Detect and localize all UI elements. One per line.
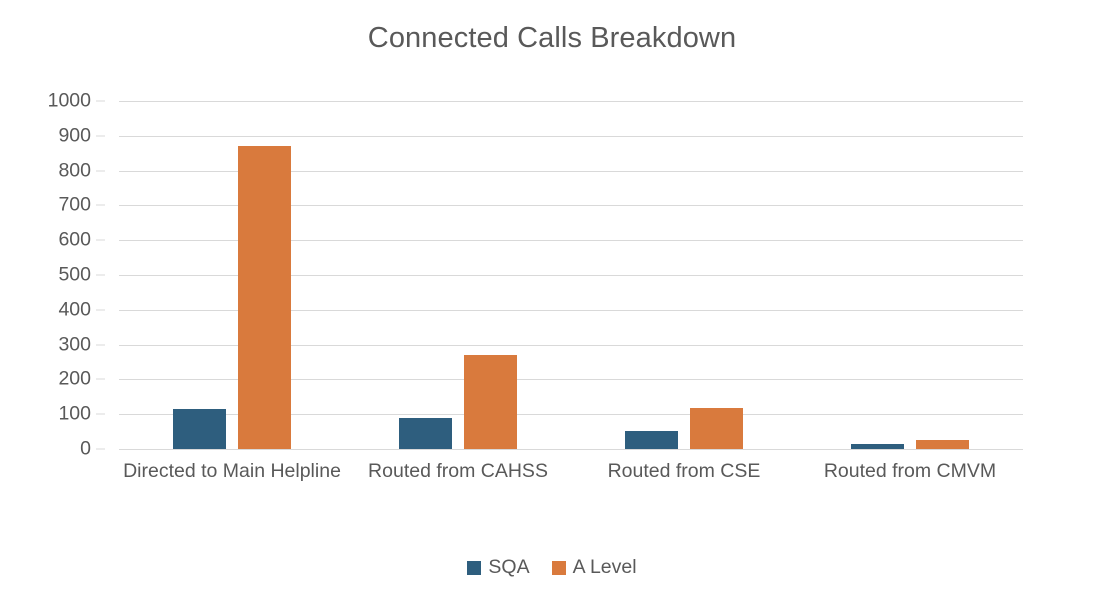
y-tick-mark [96,344,105,346]
y-tick-label: 800 [58,159,91,182]
y-tick-mark [96,413,105,415]
y-tick-mark [96,100,105,102]
bar-sqa[interactable] [851,443,904,449]
bar-group [571,101,797,449]
chart-title: Connected Calls Breakdown [367,22,737,54]
bar-a-level[interactable] [690,408,743,449]
legend-item-sqa[interactable]: SQA [467,556,530,579]
legend-item-a-level[interactable]: A Level [551,556,637,579]
y-tick-mark [96,135,105,137]
x-axis-category-label: Routed from CAHSS [368,460,548,482]
bar-group [119,101,345,449]
y-tick-label: 900 [58,124,91,147]
legend-swatch-icon [551,560,566,575]
y-tick-mark [96,274,105,276]
y-tick-label: 500 [58,263,91,286]
y-tick-mark [96,204,105,206]
gridline [119,449,1023,450]
bar-group [345,101,571,449]
legend-label: A Level [572,556,637,578]
y-tick-mark [96,239,105,241]
chart-container: Connected Calls Breakdown 0 100 200 300 400 5… [0,0,1104,592]
y-tick-mark [96,170,105,172]
y-tick-label: 100 [58,402,91,425]
y-tick-label: 200 [58,367,91,390]
x-axis: Directed to Main Helpline Routed from CAH… [119,458,1023,518]
y-tick-label: 400 [58,298,91,321]
bar-sqa[interactable] [399,418,452,449]
bar-group [797,101,1023,449]
bar-a-level[interactable] [916,440,969,449]
bar-sqa[interactable] [173,408,226,449]
x-axis-category-label: Routed from CSE [607,460,761,482]
y-tick-label: 0 [80,437,91,460]
y-tick-label: 600 [58,228,91,251]
y-tick-mark [96,448,105,450]
y-tick-mark [96,378,105,380]
bar-a-level[interactable] [238,145,291,449]
plot-area [119,101,1023,450]
bar-a-level[interactable] [464,355,517,449]
y-tick-label: 1000 [47,89,91,112]
y-axis: 0 100 200 300 400 500 600 700 800 900 1000 [0,90,105,460]
x-axis-category-label: Routed from CMVM [823,460,997,482]
y-tick-mark [96,309,105,311]
bar-sqa[interactable] [625,430,678,449]
chart-legend: SQA A Level [0,556,1104,579]
legend-swatch-icon [467,560,482,575]
legend-label: SQA [488,556,530,578]
y-tick-label: 300 [58,333,91,356]
y-tick-label: 700 [58,193,91,216]
x-axis-category-label: Directed to Main Helpline [123,460,341,482]
